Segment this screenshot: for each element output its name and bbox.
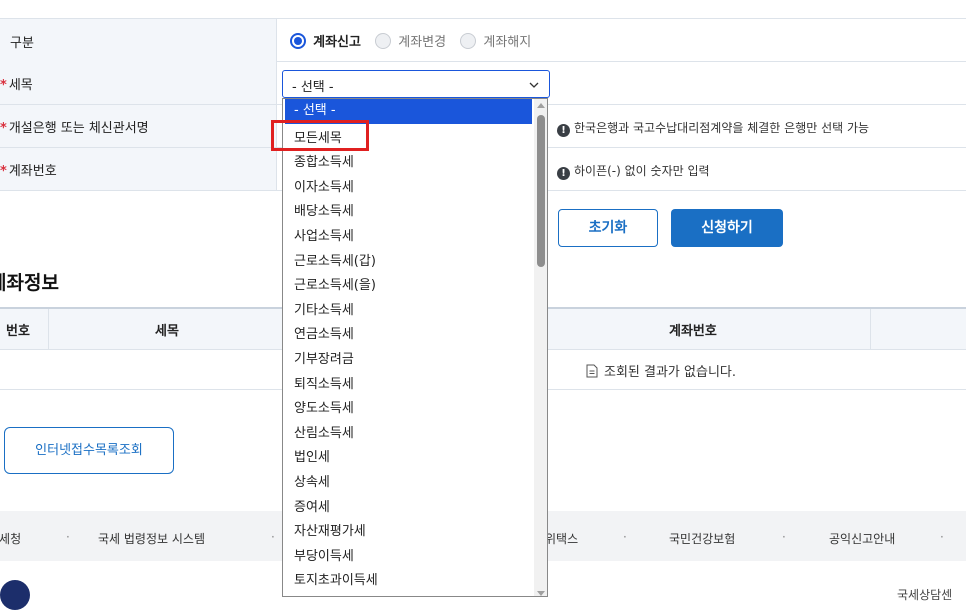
dropdown-option[interactable]: 근로소득세(을) <box>285 274 532 298</box>
bank-label-cell: * 개설은행 또는 체신관서명 <box>0 105 277 147</box>
dropdown-option[interactable]: 배당소득세 <box>285 200 532 224</box>
dropdown-option[interactable]: 자산재평가세 <box>285 520 532 544</box>
footer-link-wetax[interactable]: 위택스 <box>545 530 578 547</box>
footer-link-nhis[interactable]: 국민건강보험 <box>669 530 735 547</box>
internet-list-button[interactable]: 인터넷접수목록조회 <box>4 427 174 474</box>
dropdown-option[interactable]: 법인세 <box>285 446 532 470</box>
footer-separator: · <box>940 530 944 544</box>
tax-select-value: - 선택 - <box>292 80 334 95</box>
column-header-number: 번호 <box>6 324 30 339</box>
chevron-down-icon <box>529 82 539 88</box>
radio-unchecked-icon <box>375 32 392 49</box>
bank-label-wrap: * 개설은행 또는 체신관서명 <box>0 117 149 136</box>
tax-label: 세목 <box>8 78 33 93</box>
footer-link-nts[interactable]: 국세청 <box>0 530 21 547</box>
radio-change[interactable]: 계좌변경 <box>375 32 460 50</box>
dropdown-option[interactable]: 사업소득세 <box>285 225 532 249</box>
dropdown-option[interactable]: 산림소득세 <box>285 422 532 446</box>
info-icon: ! <box>557 124 570 137</box>
radio-unchecked-icon <box>460 32 477 49</box>
scroll-up-arrow-icon[interactable] <box>537 102 545 108</box>
dropdown-scrollbar[interactable] <box>534 99 547 597</box>
radio-cancel[interactable]: 계좌해지 <box>460 32 532 50</box>
type-label-cell: 구분 <box>0 19 277 62</box>
footer-contact: 국세상담센 <box>897 588 953 602</box>
highlight-box <box>271 120 369 151</box>
required-mark: * <box>0 121 7 136</box>
dropdown-option[interactable]: 기부장려금 <box>285 348 532 372</box>
footer-separator: · <box>271 530 275 544</box>
dropdown-option[interactable]: 양도소득세 <box>285 397 532 421</box>
dropdown-option[interactable]: 종합소득세 <box>285 151 532 175</box>
radio-report-label: 계좌신고 <box>313 35 361 50</box>
dropdown-option[interactable]: 근로소득세(갑) <box>285 250 532 274</box>
dropdown-option[interactable]: 부당이득세 <box>285 545 532 569</box>
footer-separator: · <box>66 530 70 544</box>
account-hint: ! 하이픈(-) 없이 숫자만 입력 <box>557 162 710 180</box>
type-label: 구분 <box>10 36 34 51</box>
account-label-cell: * 계좌번호 <box>0 148 277 190</box>
column-header-tax: 세목 <box>155 324 179 339</box>
tax-label-cell: * 세목 <box>0 62 277 104</box>
account-label-wrap: * 계좌번호 <box>0 160 57 179</box>
apply-button[interactable]: 신청하기 <box>671 209 783 247</box>
required-mark: * <box>0 164 7 179</box>
footer-separator: · <box>782 530 786 544</box>
required-mark: * <box>0 78 7 93</box>
reset-button[interactable]: 초기화 <box>558 209 658 247</box>
tax-label-wrap: * 세목 <box>0 74 33 93</box>
tax-select[interactable]: - 선택 - <box>282 70 550 98</box>
dropdown-option[interactable]: 상속세 <box>285 471 532 495</box>
header-cell: 번호 <box>0 309 49 350</box>
radio-group: 계좌신고 계좌변경 계좌해지 <box>290 31 531 50</box>
footer-separator: · <box>623 530 627 544</box>
dropdown-option[interactable]: 기타소득세 <box>285 299 532 323</box>
dropdown-option[interactable]: 연금소득세 <box>285 323 532 347</box>
bank-hint-text: 한국은행과 국고수납대리점계약을 체결한 은행만 선택 가능 <box>574 121 870 135</box>
footer-logo-icon <box>0 580 30 610</box>
dropdown-option[interactable]: 토지초과이득세 <box>285 569 532 593</box>
document-icon <box>586 364 598 378</box>
dropdown-option[interactable]: 이자소득세 <box>285 176 532 200</box>
row-type: 구분 계좌신고 계좌변경 계좌해지 <box>0 18 966 62</box>
dropdown-option[interactable]: 증여세 <box>285 496 532 520</box>
info-icon: ! <box>557 167 570 180</box>
footer-link-report[interactable]: 공익신고안내 <box>829 530 895 547</box>
radio-checked-icon <box>290 32 306 49</box>
empty-message: 조회된 결과가 없습니다. <box>586 361 736 380</box>
empty-message-text: 조회된 결과가 없습니다. <box>604 365 736 380</box>
header-divider <box>870 309 871 350</box>
radio-change-label: 계좌변경 <box>398 35 447 50</box>
tax-dropdown-list[interactable]: - 선택 - 모든세목 종합소득세 이자소득세 배당소득세 사업소득세 근로소득세(갑) 근로… <box>282 98 548 597</box>
radio-report[interactable]: 계좌신고 <box>290 32 375 50</box>
account-label: 계좌번호 <box>8 164 57 179</box>
scrollbar-thumb[interactable] <box>537 115 545 267</box>
column-header-account: 계좌번호 <box>669 324 717 339</box>
account-hint-text: 하이픈(-) 없이 숫자만 입력 <box>574 164 710 178</box>
radio-cancel-label: 계좌해지 <box>483 35 532 50</box>
bank-hint: ! 한국은행과 국고수납대리점계약을 체결한 은행만 선택 가능 <box>557 119 869 137</box>
scroll-down-arrow-icon[interactable] <box>537 591 545 597</box>
footer-link-law[interactable]: 국세 법령정보 시스템 <box>98 530 205 547</box>
section-title: 계좌정보 <box>0 272 59 294</box>
dropdown-option[interactable]: 퇴직소득세 <box>285 373 532 397</box>
bank-label: 개설은행 또는 체신관서명 <box>8 121 149 136</box>
